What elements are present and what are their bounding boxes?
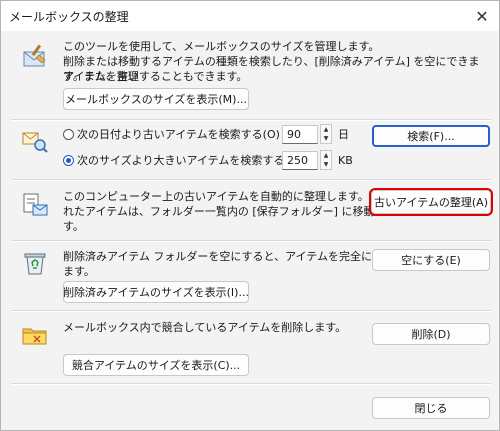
spin-down-icon[interactable]: ▼ xyxy=(321,160,331,169)
autoarchive-icon xyxy=(21,191,49,219)
view-conflicts-size-button[interactable]: 競合アイテムのサイズを表示(C)... xyxy=(63,354,249,376)
section-divider xyxy=(11,179,491,181)
mailbox-description-line1: このツールを使用して、メールボックスのサイズを管理します。 xyxy=(63,40,380,53)
radio-older-than-date-label[interactable]: 次の日付より古いアイテムを検索する(O) xyxy=(77,127,280,142)
autoarchive-button[interactable]: 古いアイテムの整理(A) xyxy=(369,188,493,216)
autoarchive-description-line2: れたアイテムは、フォルダー一覧内の [保存フォルダー] に移動しま xyxy=(63,205,397,218)
size-input[interactable]: 250 xyxy=(282,151,318,170)
radio-larger-than-size-label[interactable]: 次のサイズより大きいアイテムを検索する(L) xyxy=(77,153,299,168)
conflict-folder-icon xyxy=(21,321,49,349)
size-unit-label: KB xyxy=(338,154,353,167)
mailbox-cleanup-icon xyxy=(21,41,49,69)
title-bar: メールボックスの整理 ✕ xyxy=(1,1,499,31)
section-divider xyxy=(11,310,491,312)
find-items-icon xyxy=(21,127,49,155)
days-spinner[interactable]: ▲ ▼ xyxy=(320,124,332,144)
view-mailbox-size-button[interactable]: メールボックスのサイズを表示(M)... xyxy=(63,88,249,110)
deleted-description-line2: ます。 xyxy=(63,265,95,278)
empty-deleted-items-button[interactable]: 空にする(E) xyxy=(372,249,490,271)
spin-up-icon[interactable]: ▲ xyxy=(321,125,331,134)
section-divider xyxy=(11,119,491,121)
close-button[interactable]: 閉じる xyxy=(372,397,490,419)
size-spinner[interactable]: ▲ ▼ xyxy=(320,150,332,170)
mailbox-cleanup-dialog: メールボックスの整理 ✕ このツールを使用して、メールボックスのサイズを管理しま… xyxy=(0,0,500,431)
mailbox-description-line3: アイテムを整理することもできます。 xyxy=(63,70,248,83)
recycle-bin-icon xyxy=(21,249,49,277)
days-input[interactable]: 90 xyxy=(282,125,318,144)
conflicts-description: メールボックス内で競合しているアイテムを削除します。 xyxy=(63,321,347,334)
radio-older-than-date[interactable] xyxy=(63,129,74,140)
deleted-description-line1: 削除済みアイテム フォルダーを空にすると、アイテムを完全に削除し xyxy=(63,250,405,263)
days-unit-label: 日 xyxy=(338,128,349,141)
search-button[interactable]: 検索(F)... xyxy=(372,125,490,147)
close-icon[interactable]: ✕ xyxy=(469,3,495,29)
autoarchive-description-line1: このコンピューター上の古いアイテムを自動的に整理します。整理さ xyxy=(63,190,402,203)
view-deleted-items-size-button[interactable]: 削除済みアイテムのサイズを表示(I)... xyxy=(63,281,249,303)
section-divider xyxy=(11,240,491,242)
section-divider xyxy=(11,383,491,385)
spin-down-icon[interactable]: ▼ xyxy=(321,134,331,143)
spin-up-icon[interactable]: ▲ xyxy=(321,151,331,160)
delete-conflicts-button[interactable]: 削除(D) xyxy=(372,323,490,345)
window-title: メールボックスの整理 xyxy=(9,10,129,24)
radio-larger-than-size[interactable] xyxy=(63,155,74,166)
autoarchive-description-line3: す。 xyxy=(63,220,84,233)
